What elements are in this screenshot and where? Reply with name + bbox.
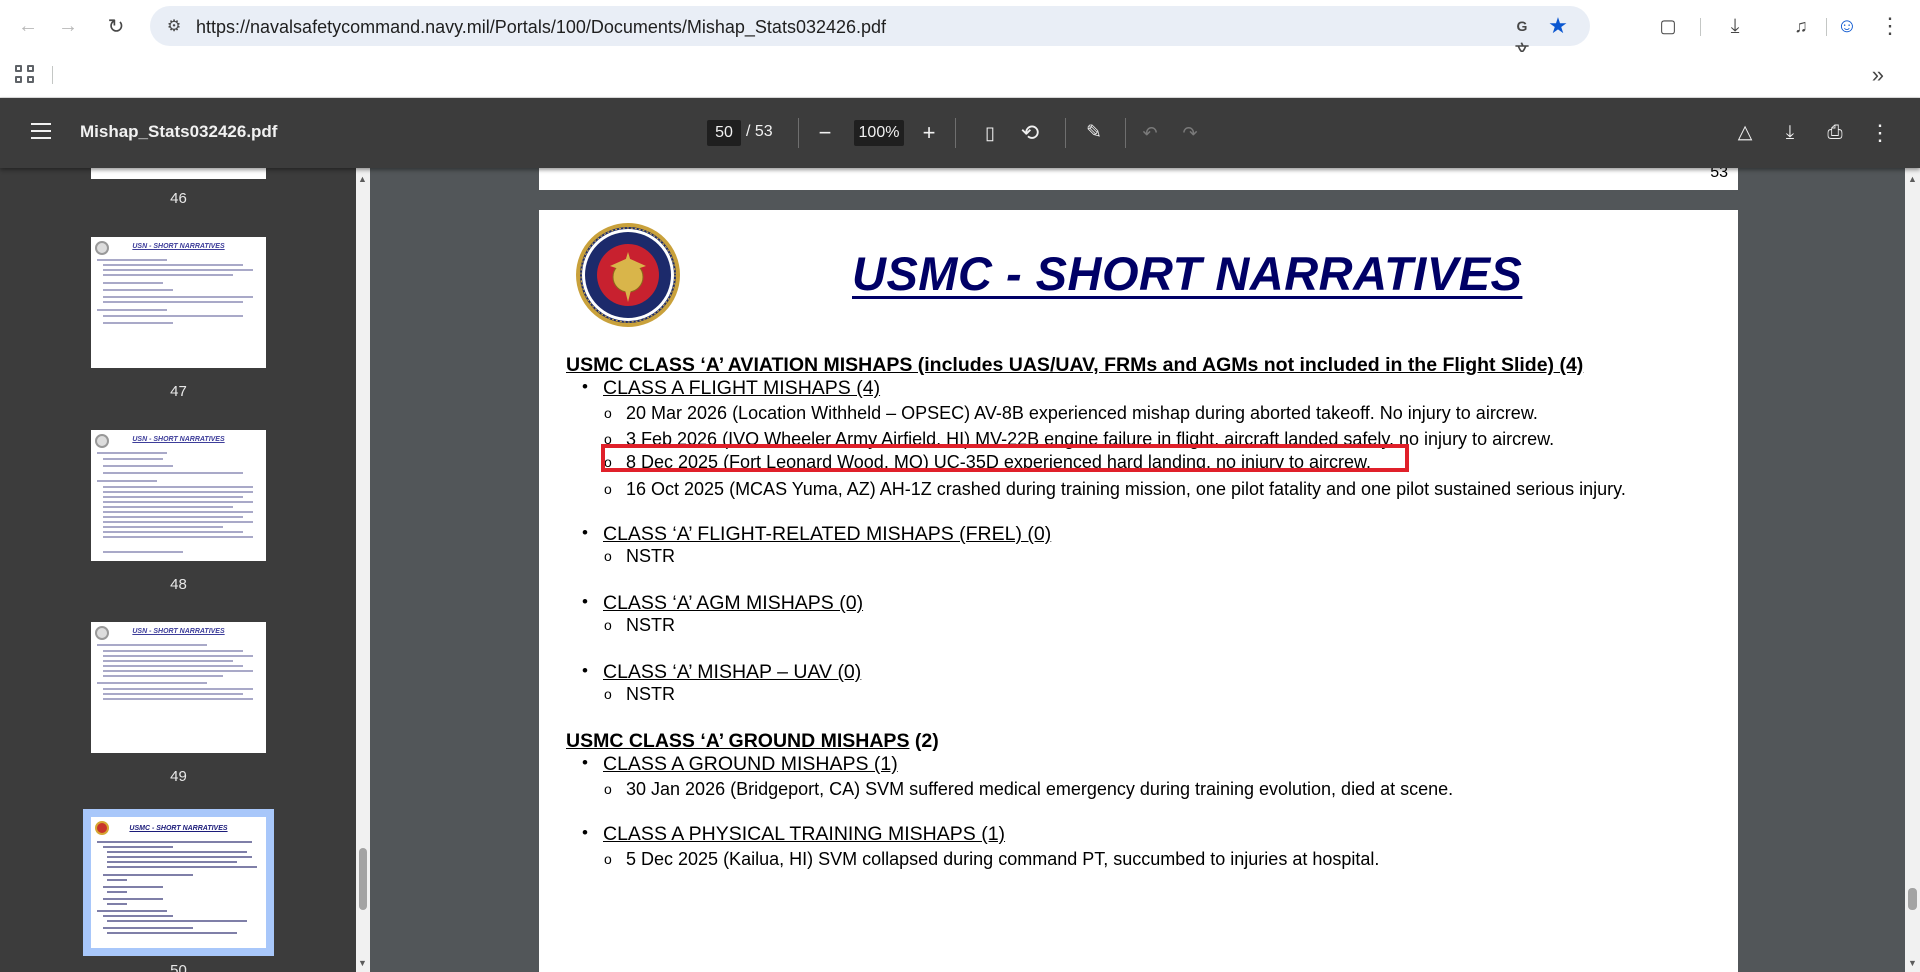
back-arrow-icon[interactable]: ← bbox=[12, 10, 44, 42]
download-icon[interactable]: ⤓ bbox=[1775, 118, 1805, 148]
page-number-input[interactable]: 50 bbox=[707, 120, 741, 146]
highlight-box bbox=[601, 444, 1409, 472]
profile-avatar-icon[interactable]: ☺ bbox=[1831, 10, 1863, 42]
redo-icon[interactable]: ↷ bbox=[1175, 118, 1205, 148]
toolbar-divider bbox=[1125, 118, 1126, 148]
toolbar-divider bbox=[955, 118, 956, 148]
page-number-text: 53 bbox=[1710, 168, 1728, 181]
zoom-out-icon[interactable]: − bbox=[810, 118, 840, 148]
thumbnail-label: 50 bbox=[170, 962, 187, 972]
toolbar-divider bbox=[798, 118, 799, 148]
zoom-input[interactable]: 100% bbox=[854, 120, 904, 146]
page-title: USMC - SHORT NARRATIVES bbox=[852, 247, 1523, 300]
rotate-icon[interactable]: ⟲ bbox=[1015, 118, 1045, 148]
forward-arrow-icon[interactable]: → bbox=[52, 10, 84, 42]
aviation-section-header: USMC CLASS ‘A’ AVIATION MISHAPS (include… bbox=[566, 354, 1584, 376]
save-to-drive-icon[interactable]: △ bbox=[1730, 118, 1760, 148]
site-info-icon[interactable]: ⚙ bbox=[164, 16, 184, 36]
pdf-page: USMC - SHORT NARRATIVES USMC CLASS ‘A’ A… bbox=[539, 210, 1738, 972]
print-icon[interactable]: ⎙ bbox=[1820, 118, 1850, 148]
thumbnail-title: USN - SHORT NARRATIVES bbox=[132, 243, 225, 250]
previous-page: 53 bbox=[539, 168, 1738, 190]
extensions-puzzle-icon[interactable]: ▢ bbox=[1652, 10, 1684, 42]
pdf-toolbar: Mishap_Stats032426.pdf 50 / 53 − 100% + … bbox=[0, 98, 1920, 168]
uav-mishaps-category: • CLASS ‘A’ MISHAP – UAV (0) bbox=[582, 661, 862, 683]
ground-section-header: USMC CLASS ‘A’ GROUND MISHAPS (2) bbox=[566, 730, 939, 752]
main-scrollbar[interactable]: ▲ ▼ bbox=[1905, 168, 1920, 972]
frel-mishaps-category: • CLASS ‘A’ FLIGHT-RELATED MISHAPS (FREL)… bbox=[582, 523, 1052, 545]
toolbar-separator bbox=[1826, 18, 1827, 36]
thumbnail-page[interactable]: USN - SHORT NARRATIVES bbox=[91, 430, 266, 561]
navy-department-seal-icon bbox=[576, 223, 680, 327]
bookmarks-separator bbox=[52, 66, 53, 84]
sidebar-menu-icon[interactable] bbox=[26, 118, 56, 148]
browser-menu-icon[interactable]: ⋮ bbox=[1874, 10, 1906, 42]
thumbnail-page[interactable] bbox=[91, 168, 266, 179]
more-actions-icon[interactable]: ⋮ bbox=[1865, 118, 1895, 148]
fit-page-icon[interactable]: ▯ bbox=[975, 118, 1005, 148]
zoom-in-icon[interactable]: + bbox=[914, 118, 944, 148]
pt-mishaps-category: • CLASS A PHYSICAL TRAINING MISHAPS (1) bbox=[582, 823, 1006, 845]
thumbnail-label: 47 bbox=[170, 383, 187, 400]
reload-icon[interactable]: ↻ bbox=[100, 10, 132, 42]
bookmarks-bar: » bbox=[0, 52, 1920, 98]
thumbnail-title: USMC - SHORT NARRATIVES bbox=[129, 825, 228, 832]
thumbnail-label: 49 bbox=[170, 768, 187, 785]
apps-grid-icon[interactable] bbox=[12, 62, 36, 86]
toolbar-separator bbox=[1700, 18, 1701, 36]
sidebar-scrollbar-thumb[interactable] bbox=[359, 848, 367, 910]
page-total: / 53 bbox=[746, 123, 773, 140]
browser-toolbar: ← → ↻ ⚙ https://navalsafetycommand.navy.… bbox=[0, 0, 1920, 58]
flight-mishap-item: o 20 Mar 2026 (Location Withheld – OPSEC)… bbox=[604, 403, 1538, 423]
agm-mishap-item: o NSTR bbox=[604, 615, 675, 635]
downloads-icon[interactable]: ⤓ bbox=[1719, 10, 1751, 42]
thumbnail-label: 48 bbox=[170, 576, 187, 593]
pt-mishap-item: o5 Dec 2025 (Kailua, HI) SVM collapsed d… bbox=[604, 849, 1380, 869]
undo-icon[interactable]: ↶ bbox=[1135, 118, 1165, 148]
bookmark-star-icon[interactable]: ★ bbox=[1544, 12, 1572, 40]
thumbnail-page-selected[interactable]: USMC - SHORT NARRATIVES bbox=[83, 809, 274, 956]
frel-mishap-item: o NSTR bbox=[604, 546, 675, 566]
translate-icon[interactable]: G文 bbox=[1510, 14, 1534, 58]
main-scrollbar-thumb[interactable] bbox=[1908, 888, 1917, 910]
thumbnail-label: 46 bbox=[170, 190, 187, 207]
bookmarks-overflow-icon[interactable]: » bbox=[1872, 62, 1884, 88]
sidebar-scrollbar[interactable]: ▲ ▼ bbox=[356, 168, 370, 972]
thumbnail-page[interactable]: USN - SHORT NARRATIVES bbox=[91, 622, 266, 753]
pdf-filename: Mishap_Stats032426.pdf bbox=[80, 122, 278, 141]
agm-mishaps-category: • CLASS ‘A’ AGM MISHAPS (0) bbox=[582, 592, 864, 614]
annotate-pen-icon[interactable]: ✎ bbox=[1079, 118, 1109, 148]
address-bar[interactable]: ⚙ https://navalsafetycommand.navy.mil/Po… bbox=[150, 6, 1590, 58]
url-text[interactable]: https://navalsafetycommand.navy.mil/Port… bbox=[196, 17, 886, 38]
thumbnail-page[interactable]: USN - SHORT NARRATIVES bbox=[91, 237, 266, 368]
ground-mishaps-category: • CLASS A GROUND MISHAPS (1) bbox=[582, 753, 898, 775]
flight-mishap-item: o 16 Oct 2025 (MCAS Yuma, AZ) AH-1Z crash… bbox=[604, 479, 1626, 499]
thumbnail-sidebar: 46 USN - SHORT NARRATIVES 47 USN - SHORT… bbox=[0, 168, 356, 972]
media-controls-icon[interactable]: ♫ bbox=[1785, 10, 1817, 42]
thumbnail-title: USN - SHORT NARRATIVES bbox=[132, 628, 225, 635]
ground-mishap-item: o 30 Jan 2026 (Bridgeport, CA) SVM suffer… bbox=[604, 779, 1454, 799]
pdf-viewport[interactable]: 53 USMC - SHORT NARRATIVES USMC CLASS ‘A… bbox=[370, 168, 1905, 972]
uav-mishap-item: o NSTR bbox=[604, 684, 675, 704]
flight-mishaps-category: • CLASS A FLIGHT MISHAPS (4) bbox=[582, 377, 881, 399]
thumbnail-title: USN - SHORT NARRATIVES bbox=[132, 436, 225, 443]
toolbar-divider bbox=[1065, 118, 1066, 148]
